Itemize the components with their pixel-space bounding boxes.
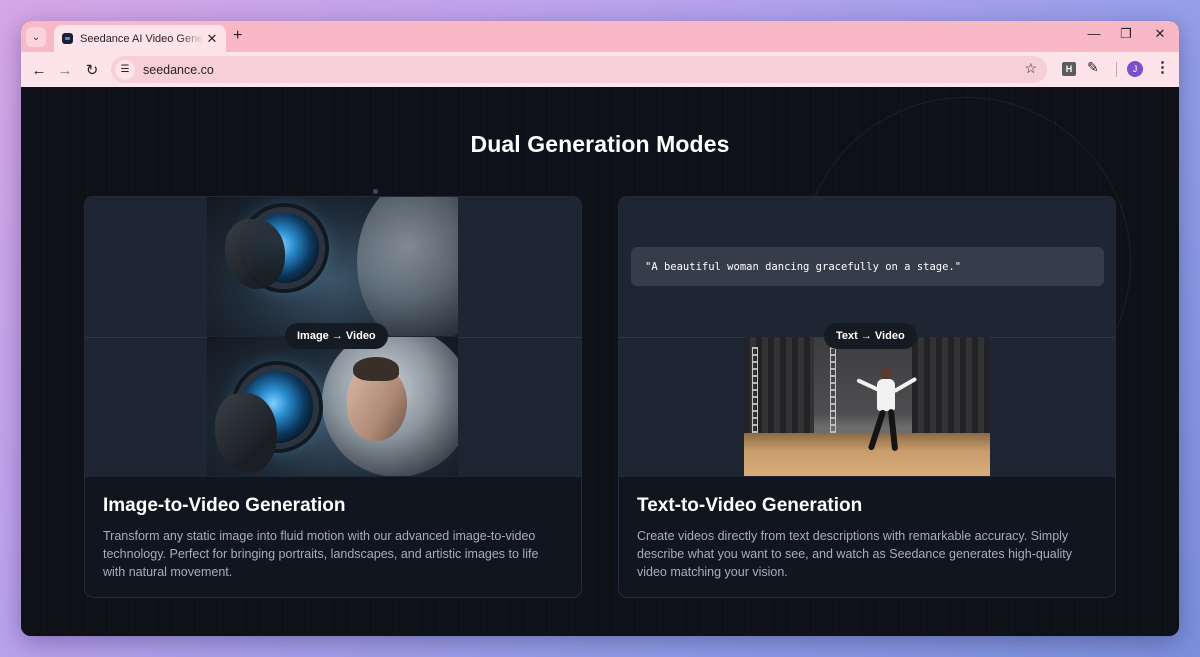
card-body: Image-to-Video Generation Transform any … xyxy=(103,495,563,581)
browser-window: ⌄ Seedance AI Video Generator - ✕ + — ❐ … xyxy=(21,21,1179,636)
hair-shape xyxy=(353,357,399,381)
text-to-video-card: "A beautiful woman dancing gracefully on… xyxy=(618,196,1116,598)
stage-truss-center xyxy=(830,347,836,439)
tab-search-icon[interactable]: ⌄ xyxy=(26,27,46,47)
card-title: Image-to-Video Generation xyxy=(103,495,346,516)
minimize-icon[interactable]: — xyxy=(1079,26,1109,41)
source-image-astronaut xyxy=(207,197,458,336)
toolbar-divider xyxy=(1116,62,1117,77)
decorative-dot xyxy=(373,189,378,194)
card-description: Transform any static image into fluid mo… xyxy=(103,529,539,579)
glove-shape xyxy=(225,219,285,289)
address-bar[interactable]: ☰ seedance.co ☆ xyxy=(111,56,1047,83)
reload-icon[interactable]: ↻ xyxy=(82,60,102,80)
back-icon[interactable]: ← xyxy=(29,60,49,80)
section-title: Dual Generation Modes xyxy=(470,131,730,157)
stage-truss-left xyxy=(752,347,758,439)
extension-h-icon[interactable]: H xyxy=(1062,62,1076,76)
site-info-icon[interactable]: ☰ xyxy=(115,59,135,80)
card-body: Text-to-Video Generation Create videos d… xyxy=(637,495,1097,581)
tab-title: Seedance AI Video Generator - xyxy=(80,32,204,45)
curtain-right xyxy=(912,337,990,433)
card-description: Create videos directly from text descrip… xyxy=(637,529,1072,579)
profile-avatar[interactable]: J xyxy=(1127,61,1143,77)
favicon-icon xyxy=(62,33,73,44)
dancer-torso xyxy=(877,379,895,411)
stage-floor xyxy=(744,433,990,476)
text-to-video-media: "A beautiful woman dancing gracefully on… xyxy=(619,197,1115,477)
prompt-text-box: "A beautiful woman dancing gracefully on… xyxy=(631,247,1104,286)
forward-icon[interactable]: → xyxy=(55,60,75,80)
output-video-astronaut xyxy=(207,337,458,476)
text-to-video-badge: Text → Video xyxy=(824,323,917,349)
close-tab-icon[interactable]: ✕ xyxy=(204,31,220,47)
new-tab-icon[interactable]: + xyxy=(233,27,242,45)
tab-strip: ⌄ Seedance AI Video Generator - ✕ + — ❐ … xyxy=(21,21,1179,52)
image-to-video-badge: Image → Video xyxy=(285,323,388,349)
image-to-video-card: Image → Video Image-to-Video Generation … xyxy=(84,196,582,598)
bookmark-star-icon[interactable]: ☆ xyxy=(1024,60,1037,77)
dancer-head xyxy=(881,367,891,379)
page-content: Dual Generation Modes Image → Video Imag… xyxy=(21,87,1179,636)
card-title: Text-to-Video Generation xyxy=(637,495,863,516)
menu-dots-icon[interactable]: ⋮ xyxy=(1155,58,1170,76)
browser-toolbar: ← → ↻ ☰ seedance.co ☆ H ✎ J ⋮ xyxy=(21,52,1179,87)
glove-shape xyxy=(215,393,277,473)
url-text[interactable]: seedance.co xyxy=(143,63,214,77)
extensions-puzzle-icon[interactable]: ✎ xyxy=(1087,59,1099,76)
helmet-shape xyxy=(357,197,458,336)
close-window-icon[interactable]: ✕ xyxy=(1145,26,1175,42)
tab-seedance[interactable]: Seedance AI Video Generator - ✕ xyxy=(54,25,226,52)
restore-icon[interactable]: ❐ xyxy=(1111,26,1141,42)
dancer-video-frame xyxy=(744,337,990,476)
image-to-video-media: Image → Video xyxy=(85,197,581,477)
